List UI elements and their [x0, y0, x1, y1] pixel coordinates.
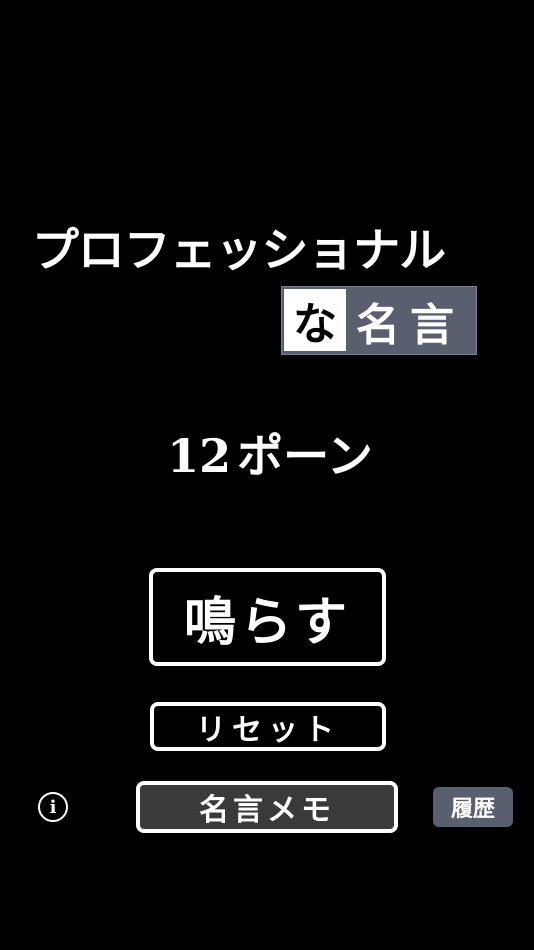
logo-title-line2: な 名言 [281, 286, 477, 355]
ring-count-unit: ポーン [237, 429, 373, 483]
app-logo: プロフェッショナル な 名言 [26, 206, 508, 366]
ring-counter: 12 ポーン [0, 420, 534, 486]
logo-meigen-text: 名言 [356, 299, 464, 351]
history-button[interactable]: 履歴 [433, 787, 513, 827]
logo-title-line1: プロフェッショナル [32, 223, 446, 277]
reset-button[interactable]: リセット [150, 702, 386, 751]
quote-memo-button[interactable]: 名言メモ [136, 781, 398, 833]
logo-na-block: な [284, 289, 346, 351]
ring-button[interactable]: 鳴らす [149, 568, 386, 666]
ring-count-value: 12 [167, 429, 232, 483]
info-icon[interactable]: i [38, 792, 68, 822]
